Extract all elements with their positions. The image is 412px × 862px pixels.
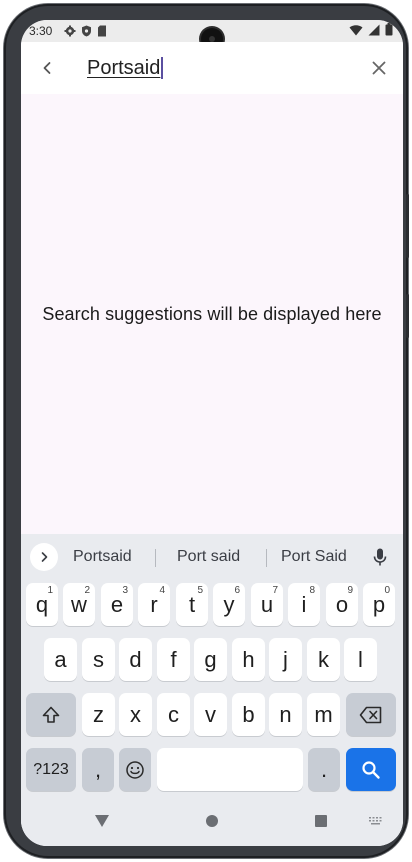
key-hint: 9 — [347, 585, 353, 596]
key-label: i — [301, 591, 307, 617]
home-circle-icon — [206, 815, 218, 827]
nav-back-button[interactable] — [91, 810, 113, 832]
shift-arrow-icon — [42, 706, 60, 723]
key-hint: 1 — [47, 585, 53, 596]
key-s[interactable]: s — [82, 638, 115, 681]
recents-square-icon — [315, 815, 327, 827]
key-f[interactable]: f — [157, 638, 190, 681]
shield-icon — [81, 25, 92, 37]
key-label: q — [35, 591, 49, 617]
key-p[interactable]: p0 — [363, 583, 395, 626]
key-i[interactable]: i8 — [288, 583, 320, 626]
chevron-right-icon — [41, 552, 48, 562]
search-results-area: Search suggestions will be displayed her… — [21, 94, 403, 534]
key-label: y — [223, 591, 235, 617]
key-label: t — [188, 591, 196, 617]
key-u[interactable]: u7 — [251, 583, 283, 626]
key-a[interactable]: a — [44, 638, 77, 681]
system-navigation-bar — [21, 796, 403, 846]
key-label: p — [372, 591, 386, 617]
key-label: r — [150, 591, 158, 617]
key-r[interactable]: r4 — [138, 583, 170, 626]
suggestion-strip: Portsaid Port said Port Said — [21, 542, 403, 572]
suggestion-1[interactable]: Portsaid — [73, 542, 132, 572]
backspace-key[interactable] — [346, 693, 396, 736]
shift-key[interactable] — [26, 693, 76, 736]
space-key[interactable] — [157, 748, 303, 791]
key-hint: 0 — [384, 585, 390, 596]
key-m[interactable]: m — [307, 693, 340, 736]
key-hint: 4 — [159, 585, 165, 596]
screen: 3:30 Portsaid Search suggestions will be… — [21, 20, 403, 846]
back-button[interactable] — [23, 44, 71, 92]
back-triangle-icon — [95, 815, 109, 827]
key-b[interactable]: b — [232, 693, 265, 736]
microphone-icon — [373, 548, 387, 566]
key-hint: 3 — [122, 585, 128, 596]
key-hint: 2 — [84, 585, 90, 596]
key-o[interactable]: o9 — [326, 583, 358, 626]
key-label: u — [260, 591, 274, 617]
close-icon — [372, 61, 386, 75]
suggestion-divider — [266, 549, 267, 567]
key-d[interactable]: d — [119, 638, 152, 681]
emoji-smile-icon — [126, 760, 144, 779]
empty-state-message: Search suggestions will be displayed her… — [42, 303, 382, 324]
chevron-left-icon — [43, 62, 51, 74]
signal-icon — [368, 24, 380, 39]
key-j[interactable]: j — [269, 638, 302, 681]
suggestion-2[interactable]: Port said — [177, 542, 240, 572]
battery-icon — [385, 23, 393, 39]
clear-button[interactable] — [355, 44, 403, 92]
keyboard-switch-icon — [369, 817, 382, 825]
sim-card-icon — [97, 25, 107, 37]
status-time: 3:30 — [29, 24, 53, 38]
key-l[interactable]: l — [344, 638, 377, 681]
backspace-icon — [359, 706, 382, 723]
gear-icon — [64, 25, 76, 37]
key-c[interactable]: c — [157, 693, 190, 736]
on-screen-keyboard: Portsaid Port said Port Said q1 w2 e3 r4… — [21, 534, 403, 846]
emoji-key[interactable] — [119, 748, 151, 791]
keyboard-menu-button[interactable] — [30, 543, 58, 571]
key-hint: 7 — [272, 585, 278, 596]
period-key[interactable]: . — [308, 748, 340, 791]
key-n[interactable]: n — [269, 693, 302, 736]
keyboard-switch-button[interactable] — [365, 810, 387, 832]
search-action-key[interactable] — [346, 748, 396, 791]
search-app-bar: Portsaid — [21, 42, 403, 94]
key-k[interactable]: k — [307, 638, 340, 681]
power-button — [406, 294, 409, 338]
nav-recents-button[interactable] — [310, 810, 332, 832]
comma-key[interactable]: , — [82, 748, 114, 791]
key-q[interactable]: q1 — [26, 583, 58, 626]
key-y[interactable]: y6 — [213, 583, 245, 626]
search-input[interactable]: Portsaid — [87, 57, 160, 80]
key-v[interactable]: v — [194, 693, 227, 736]
text-caret — [161, 57, 163, 79]
key-e[interactable]: e3 — [101, 583, 133, 626]
key-z[interactable]: z — [82, 693, 115, 736]
search-icon — [362, 760, 380, 779]
volume-button — [406, 194, 409, 258]
key-x[interactable]: x — [119, 693, 152, 736]
suggestion-divider — [155, 549, 156, 567]
device-frame: 3:30 Portsaid Search suggestions will be… — [4, 4, 409, 858]
key-g[interactable]: g — [194, 638, 227, 681]
nav-home-button[interactable] — [201, 810, 223, 832]
key-hint: 8 — [309, 585, 315, 596]
key-h[interactable]: h — [232, 638, 265, 681]
symbols-key[interactable]: ?123 — [26, 748, 76, 791]
suggestion-3[interactable]: Port Said — [281, 542, 347, 572]
wifi-icon — [349, 24, 363, 39]
search-field[interactable]: Portsaid — [87, 44, 355, 92]
key-hint: 5 — [197, 585, 203, 596]
voice-input-button[interactable] — [369, 546, 391, 568]
key-label: e — [110, 591, 124, 617]
key-w[interactable]: w2 — [63, 583, 95, 626]
key-hint: 6 — [234, 585, 240, 596]
key-label: o — [335, 591, 349, 617]
key-t[interactable]: t5 — [176, 583, 208, 626]
